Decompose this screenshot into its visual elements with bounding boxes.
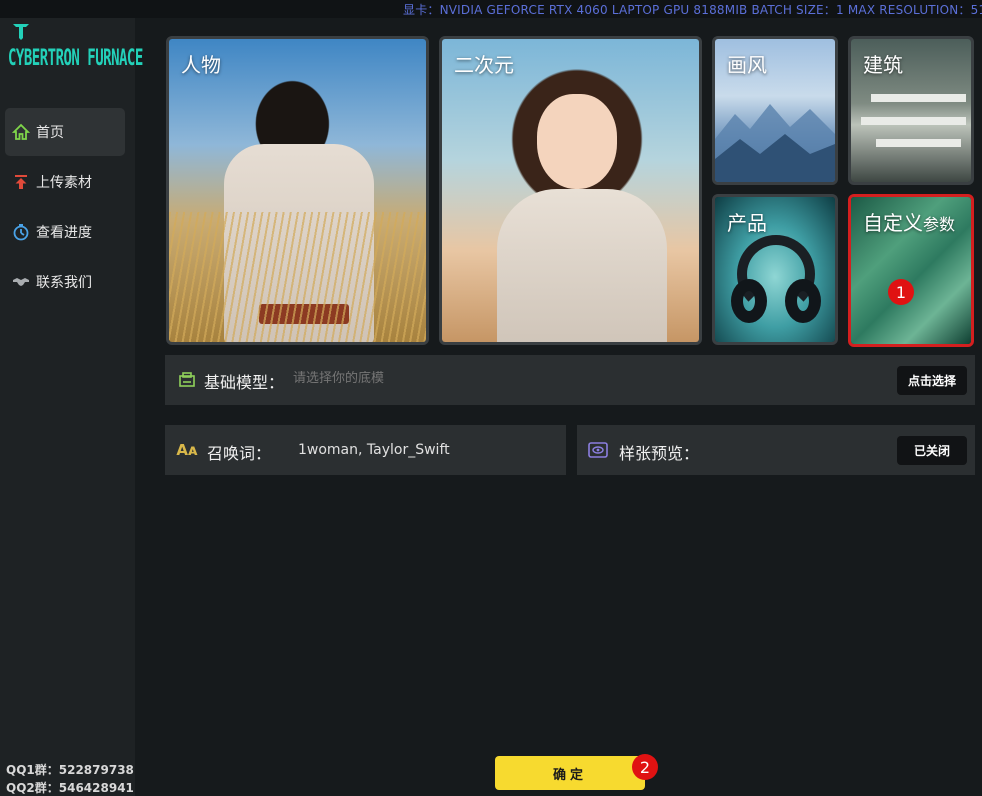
status-bar: 显卡：NVIDIA GEFORCE RTX 4060 LAPTOP GPU 81… bbox=[0, 0, 982, 18]
home-icon bbox=[12, 123, 30, 141]
building-floor bbox=[871, 94, 966, 102]
preview-toggle-button[interactable]: 已关闭 bbox=[897, 436, 967, 465]
sidebar-item-contact[interactable]: 联系我们 bbox=[5, 258, 125, 306]
sidebar-item-label: 首页 bbox=[36, 125, 64, 141]
base-model-input[interactable] bbox=[293, 371, 593, 386]
handshake-icon bbox=[12, 273, 30, 291]
card-label: 产品 bbox=[727, 211, 767, 235]
base-model-row: 基础模型： 点击选择 bbox=[165, 355, 975, 405]
custom-label-main: 自定义 bbox=[863, 211, 923, 235]
headphone-cup-left bbox=[731, 279, 767, 323]
app-window: CYBERTRON FURNACE 首页 上传素材 查看进度 联系我们 QQ1群… bbox=[0, 0, 982, 796]
qq-group-2: QQ2群：546428941 bbox=[6, 781, 134, 795]
prompt-row: Aᴀ 召唤词： 1woman, Taylor_Swift bbox=[165, 425, 566, 475]
select-model-button[interactable]: 点击选择 bbox=[897, 366, 967, 395]
logo-text: CYBERTRON FURNACE bbox=[8, 46, 143, 72]
card-label: 自定义参数 bbox=[863, 207, 955, 236]
upload-icon bbox=[12, 173, 30, 191]
card-label: 画风 bbox=[727, 53, 767, 77]
category-card-person[interactable]: 人物 bbox=[166, 36, 429, 345]
card-label: 建筑 bbox=[863, 53, 903, 77]
sidebar-item-home[interactable]: 首页 bbox=[5, 108, 125, 156]
base-model-label: 基础模型： bbox=[204, 373, 285, 392]
grass-overlay bbox=[169, 212, 426, 342]
sidebar-item-progress[interactable]: 查看进度 bbox=[5, 208, 125, 256]
sidebar-item-upload[interactable]: 上传素材 bbox=[5, 158, 125, 206]
anime-face bbox=[537, 94, 617, 189]
eye-icon bbox=[588, 440, 608, 460]
prompt-input[interactable]: 1woman, Taylor_Swift bbox=[298, 442, 450, 458]
mountain-landscape bbox=[715, 104, 835, 182]
model-icon bbox=[177, 370, 197, 390]
font-size-icon: Aᴀ bbox=[176, 441, 198, 459]
card-label: 二次元 bbox=[454, 53, 514, 77]
custom-label-sub: 参数 bbox=[923, 215, 956, 234]
gpu-info-text: 显卡：NVIDIA GEFORCE RTX 4060 LAPTOP GPU 81… bbox=[403, 3, 982, 17]
preview-label: 样张预览： bbox=[619, 444, 700, 463]
prompt-label: 召唤词： bbox=[207, 444, 272, 463]
category-card-anime[interactable]: 二次元 bbox=[439, 36, 702, 345]
anime-figure bbox=[497, 189, 667, 342]
building-floor bbox=[876, 139, 961, 147]
qq-group-1: QQ1群：522879738 bbox=[6, 763, 134, 777]
step-badge-1: 1 bbox=[888, 279, 914, 305]
logo-icon bbox=[13, 24, 29, 40]
sidebar-item-label: 联系我们 bbox=[36, 275, 92, 291]
building-floor bbox=[861, 117, 966, 125]
sidebar: CYBERTRON FURNACE 首页 上传素材 查看进度 联系我们 QQ1群… bbox=[0, 0, 143, 796]
category-card-architecture[interactable]: 建筑 bbox=[848, 36, 974, 185]
sidebar-item-label: 上传素材 bbox=[36, 175, 92, 191]
timer-icon bbox=[12, 223, 30, 241]
card-label: 人物 bbox=[181, 53, 221, 77]
step-badge-2: 2 bbox=[632, 754, 658, 780]
logo: CYBERTRON FURNACE bbox=[8, 22, 143, 82]
headphone-cup-right bbox=[785, 279, 821, 323]
category-card-style[interactable]: 画风 bbox=[712, 36, 838, 185]
confirm-button[interactable]: 确定 bbox=[495, 756, 645, 790]
sidebar-item-label: 查看进度 bbox=[36, 225, 92, 241]
preview-row: 样张预览： 已关闭 bbox=[577, 425, 975, 475]
category-card-product[interactable]: 产品 bbox=[712, 194, 838, 345]
category-card-custom[interactable]: 自定义参数 1 bbox=[848, 194, 974, 347]
